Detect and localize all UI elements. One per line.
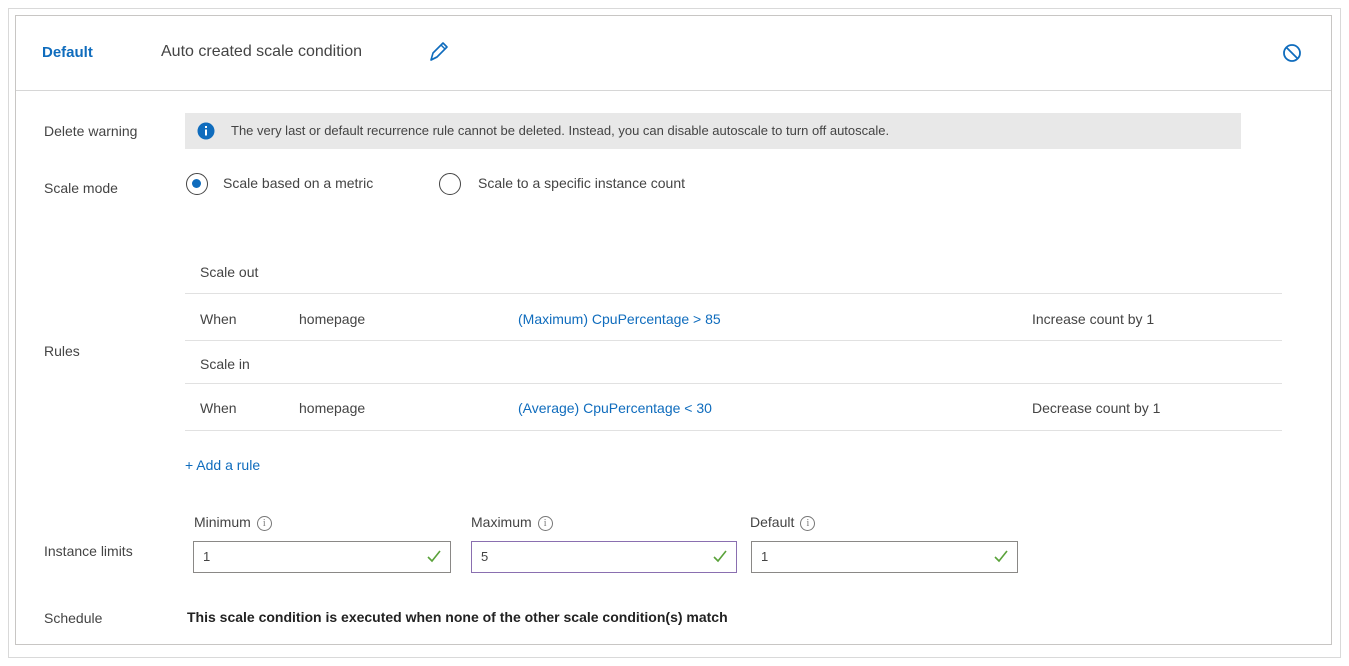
info-icon[interactable]: i bbox=[800, 515, 816, 531]
scale-condition-header: Default Auto created scale condition bbox=[16, 16, 1331, 91]
rules-divider bbox=[185, 293, 1282, 294]
checkmark-icon bbox=[993, 548, 1009, 569]
radio-label-specific-count[interactable]: Scale to a specific instance count bbox=[478, 175, 685, 191]
info-icon[interactable]: i bbox=[256, 515, 272, 531]
rules-divider bbox=[185, 340, 1282, 341]
info-icon bbox=[197, 122, 215, 145]
radio-label-metric[interactable]: Scale based on a metric bbox=[223, 175, 373, 191]
rules-divider bbox=[185, 383, 1282, 384]
scale-in-heading: Scale in bbox=[200, 356, 250, 372]
checkmark-icon bbox=[426, 548, 442, 569]
condition-title: Auto created scale condition bbox=[161, 43, 363, 60]
rule-resource: homepage bbox=[299, 311, 366, 327]
checkmark-icon bbox=[712, 548, 728, 569]
info-icon[interactable]: i bbox=[537, 515, 553, 531]
scale-out-heading: Scale out bbox=[200, 264, 259, 280]
radio-scale-based-on-metric[interactable] bbox=[186, 173, 208, 195]
instance-limits-label: Instance limits bbox=[44, 543, 133, 559]
pencil-icon[interactable] bbox=[427, 40, 449, 69]
rule-condition-link[interactable]: (Maximum) CpuPercentage > 85 bbox=[518, 311, 721, 327]
default-value[interactable] bbox=[761, 549, 961, 564]
default-input[interactable] bbox=[751, 541, 1018, 573]
rule-action: Increase count by 1 bbox=[1032, 311, 1155, 327]
delete-warning-message: The very last or default recurrence rule… bbox=[231, 123, 890, 138]
minimum-input[interactable] bbox=[193, 541, 451, 573]
add-rule-link[interactable]: + Add a rule bbox=[185, 457, 260, 473]
radio-scale-specific-count[interactable] bbox=[439, 173, 461, 195]
default-label-text: Default bbox=[750, 514, 795, 530]
maximum-label-text: Maximum bbox=[471, 514, 532, 530]
radio-selected-dot bbox=[192, 179, 201, 188]
rules-label: Rules bbox=[44, 343, 80, 359]
minimum-value[interactable] bbox=[203, 549, 403, 564]
schedule-text: This scale condition is executed when no… bbox=[187, 609, 728, 625]
rule-condition-link[interactable]: (Average) CpuPercentage < 30 bbox=[518, 400, 712, 416]
rule-resource: homepage bbox=[299, 400, 366, 416]
maximum-value[interactable] bbox=[481, 549, 681, 564]
minimum-label-text: Minimum bbox=[194, 514, 251, 530]
rule-when: When bbox=[200, 400, 237, 416]
rule-action: Decrease count by 1 bbox=[1032, 400, 1161, 416]
scale-condition-card: Default Auto created scale condition Del… bbox=[15, 15, 1332, 645]
rules-divider bbox=[185, 430, 1282, 431]
default-tab[interactable]: Default bbox=[42, 44, 93, 61]
schedule-label: Schedule bbox=[44, 610, 103, 626]
minimum-label: Minimum i bbox=[194, 514, 272, 531]
prohibited-icon[interactable] bbox=[1281, 42, 1303, 69]
maximum-input[interactable] bbox=[471, 541, 737, 573]
maximum-label: Maximum i bbox=[471, 514, 553, 531]
delete-warning-bar: The very last or default recurrence rule… bbox=[185, 113, 1241, 149]
rule-when: When bbox=[200, 311, 237, 327]
scale-mode-label: Scale mode bbox=[44, 180, 118, 196]
default-label: Default i bbox=[750, 514, 816, 531]
delete-warning-label: Delete warning bbox=[44, 123, 138, 139]
